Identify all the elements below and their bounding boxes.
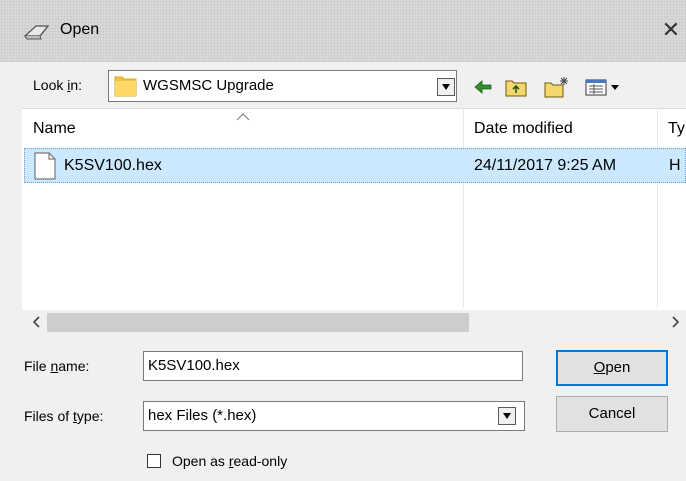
file-icon	[34, 152, 56, 180]
column-header-type[interactable]: Ty	[668, 120, 685, 138]
file-name-cell: K5SV100.hex	[64, 157, 162, 174]
close-button[interactable]: ✕	[656, 14, 686, 48]
window-title: Open	[60, 21, 100, 38]
look-in-value: WGSMSC Upgrade	[143, 77, 274, 94]
column-header-name[interactable]: Name	[33, 120, 76, 138]
title-bar	[0, 0, 686, 62]
folder-icon	[114, 76, 137, 97]
read-only-checkbox[interactable]	[147, 454, 161, 468]
file-list[interactable]	[22, 108, 686, 334]
column-header-date-modified[interactable]: Date modified	[474, 120, 573, 138]
look-in-dropdown-button[interactable]	[437, 78, 455, 96]
file-type-select[interactable]: hex Files (*.hex)	[143, 401, 525, 431]
open-dialog-icon	[23, 25, 50, 40]
close-icon: ✕	[661, 18, 681, 43]
column-divider	[463, 108, 464, 308]
read-only-label[interactable]: Open as read-only	[172, 453, 287, 469]
new-folder-icon[interactable]	[544, 76, 570, 98]
open-button[interactable]: Open	[556, 350, 668, 386]
back-arrow-icon[interactable]	[473, 76, 493, 98]
file-name-label: File name:	[24, 358, 90, 374]
scroll-right-icon[interactable]	[668, 314, 682, 330]
file-type-cell: H	[669, 157, 681, 174]
look-in-label: Look in:	[33, 77, 83, 93]
up-folder-icon[interactable]	[505, 76, 527, 98]
file-name-input[interactable]: K5SV100.hex	[143, 351, 523, 381]
view-menu-icon[interactable]	[585, 76, 625, 98]
file-date-cell: 24/11/2017 9:25 AM	[474, 157, 617, 174]
file-type-label: Files of type:	[24, 408, 104, 424]
scroll-left-icon[interactable]	[30, 314, 44, 330]
file-type-dropdown-button[interactable]	[498, 407, 516, 425]
sort-ascending-icon	[236, 113, 250, 121]
scrollbar-thumb[interactable]	[47, 313, 469, 332]
column-divider	[657, 108, 658, 308]
cancel-button[interactable]: Cancel	[556, 396, 668, 432]
